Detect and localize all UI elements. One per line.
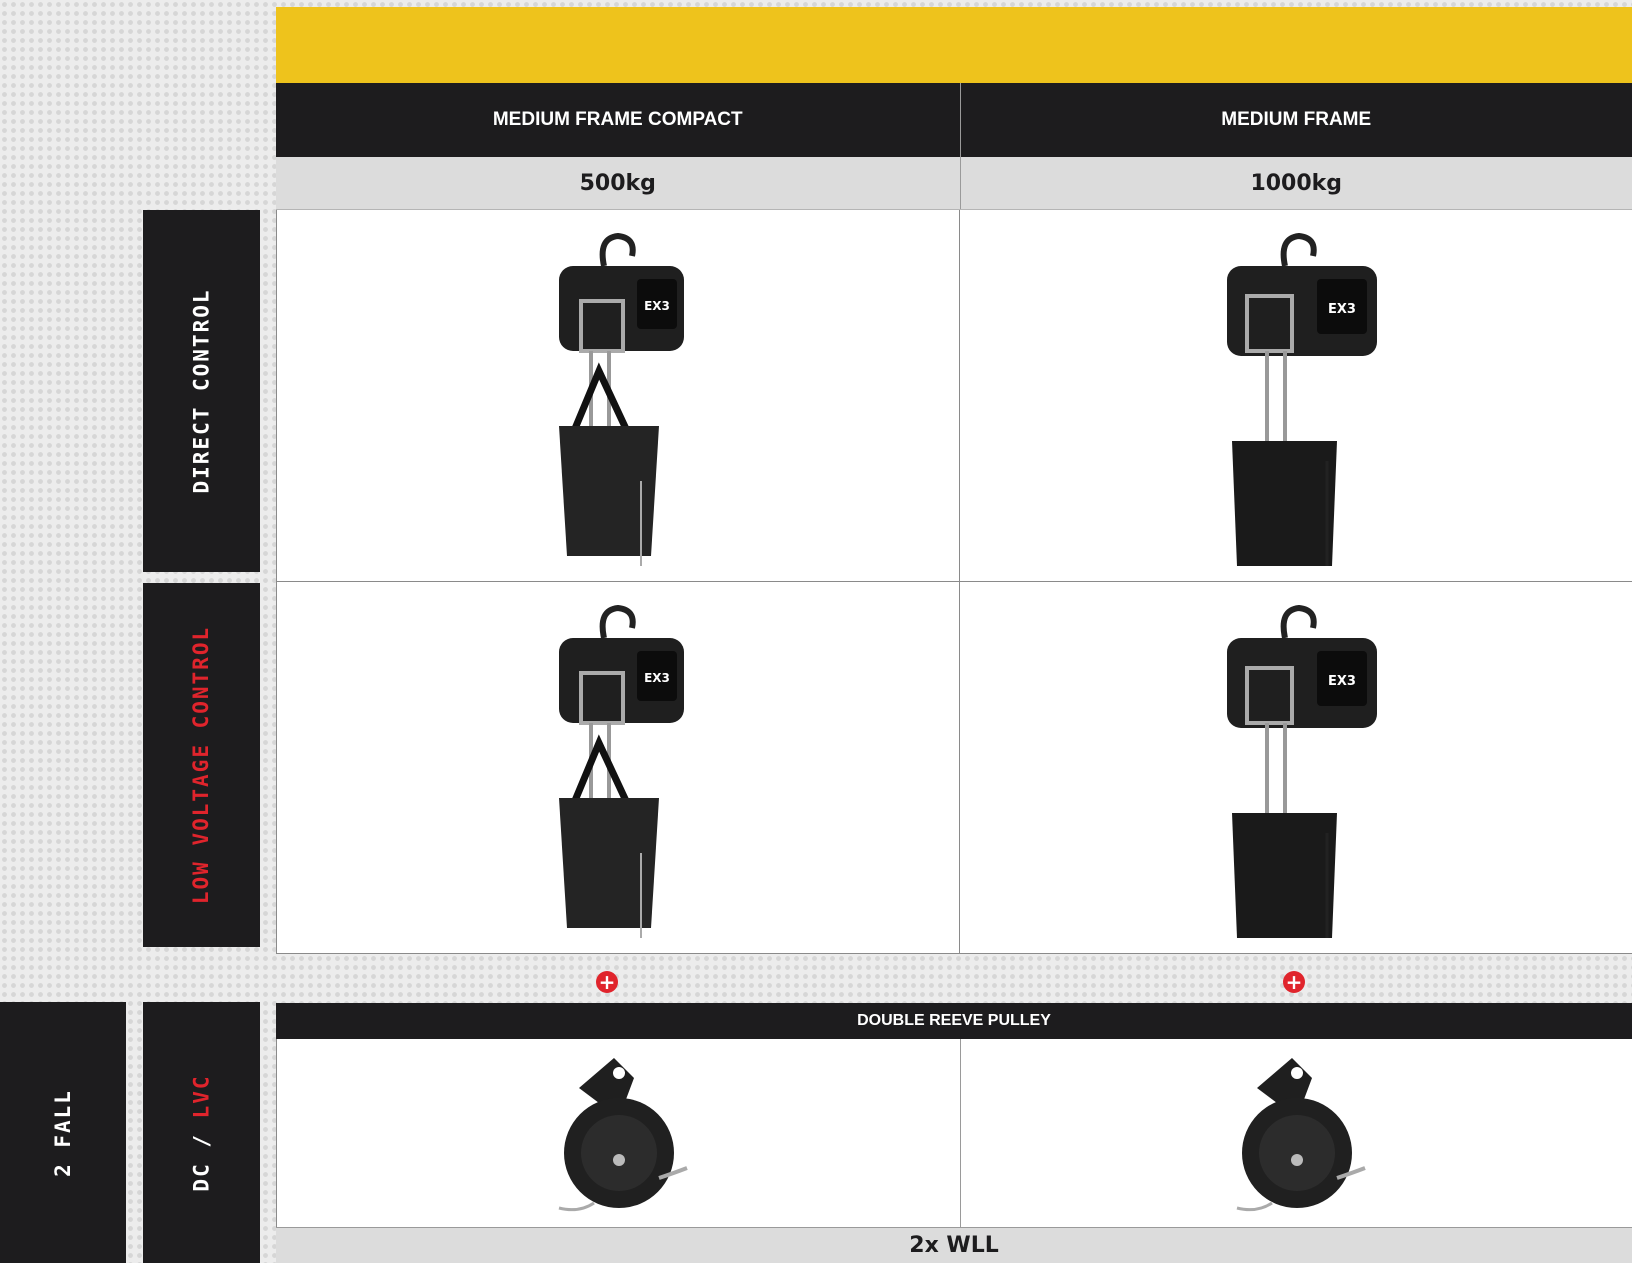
row-label-low-voltage-control: LOW VOLTAGE CONTROL <box>143 583 260 947</box>
svg-text:EX3: EX3 <box>1328 302 1356 317</box>
dc-lvc-label: DC / LVC <box>143 1002 260 1263</box>
pulley-image-medium <box>961 1039 1632 1227</box>
hoist-image-compact-lvc: EX3 <box>277 582 960 953</box>
row-label-direct-control: DIRECT CONTROL <box>143 210 260 572</box>
svg-text:EX3: EX3 <box>1328 674 1356 689</box>
svg-text:EX3: EX3 <box>644 299 670 313</box>
column-header-compact: MEDIUM FRAME COMPACT <box>276 83 961 157</box>
grid-divider-vertical <box>959 210 960 954</box>
column-header-row: MEDIUM FRAME COMPACT MEDIUM FRAME <box>276 83 1632 157</box>
hoist-image-medium-lvc: EX3 <box>961 582 1632 953</box>
capacity-compact: 500kg <box>276 157 961 209</box>
fall-label: 2 FALL <box>0 1002 126 1263</box>
pulley-image-compact <box>277 1039 960 1227</box>
hoist-image-compact-dc: EX3 <box>277 210 960 581</box>
pulley-section-header: DOUBLE REEVE PULLEY <box>276 1003 1632 1039</box>
svg-text:EX3: EX3 <box>644 671 670 685</box>
capacity-row: 500kg 1000kg <box>276 157 1632 210</box>
plus-icon: + <box>596 971 618 993</box>
hoist-image-medium-dc: EX3 <box>961 210 1632 581</box>
capacity-medium: 1000kg <box>1250 170 1343 196</box>
column-header-medium: MEDIUM FRAME <box>1221 109 1372 130</box>
pulley-divider <box>960 1039 961 1227</box>
grid-divider-horizontal <box>276 581 1632 582</box>
wll-row: 2x WLL <box>276 1227 1632 1263</box>
plus-icon: + <box>1283 971 1305 993</box>
hoist-image-grid: EX3 EX3 EX3 EX3 <box>276 210 1632 954</box>
header-accent-bar <box>276 7 1632 83</box>
pulley-image-row <box>276 1039 1632 1227</box>
